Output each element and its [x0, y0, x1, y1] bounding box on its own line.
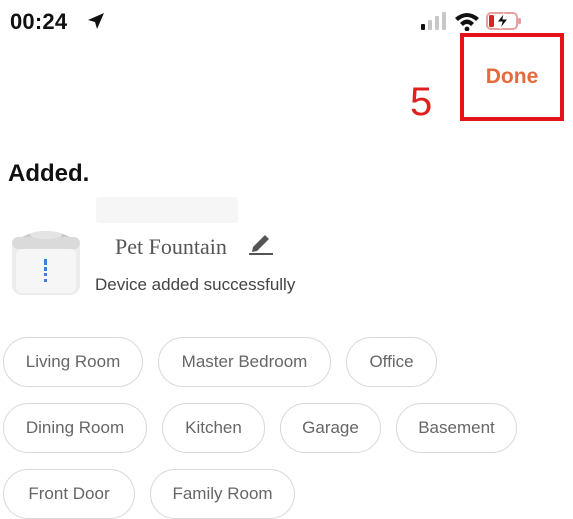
status-time: 00:24: [10, 9, 68, 34]
room-chip-garage[interactable]: Garage: [280, 403, 381, 453]
room-chip-family-room[interactable]: Family Room: [150, 469, 295, 519]
room-chip-living-room[interactable]: Living Room: [3, 337, 143, 387]
step-number-annotation: 5: [410, 80, 433, 124]
page-title: Added.: [8, 160, 90, 187]
room-chip-basement[interactable]: Basement: [396, 403, 517, 453]
device-status-text: Device added successfully: [95, 275, 296, 294]
room-chip-front-door[interactable]: Front Door: [3, 469, 135, 519]
room-chip-office[interactable]: Office: [346, 337, 437, 387]
room-chip-dining-room[interactable]: Dining Room: [3, 403, 147, 453]
location-arrow-icon: [88, 13, 104, 29]
device-name: Pet Fountain: [115, 234, 227, 259]
battery-charging-icon: [486, 12, 521, 30]
pencil-edit-icon[interactable]: [248, 229, 274, 255]
wifi-icon: [455, 13, 479, 31]
room-chip-master-bedroom[interactable]: Master Bedroom: [158, 337, 331, 387]
room-chip-kitchen[interactable]: Kitchen: [162, 403, 265, 453]
cellular-signal-icon: [421, 12, 446, 30]
blurred-placeholder: [96, 197, 238, 223]
done-button[interactable]: Done: [460, 33, 564, 121]
pet-fountain-image: [12, 231, 80, 295]
